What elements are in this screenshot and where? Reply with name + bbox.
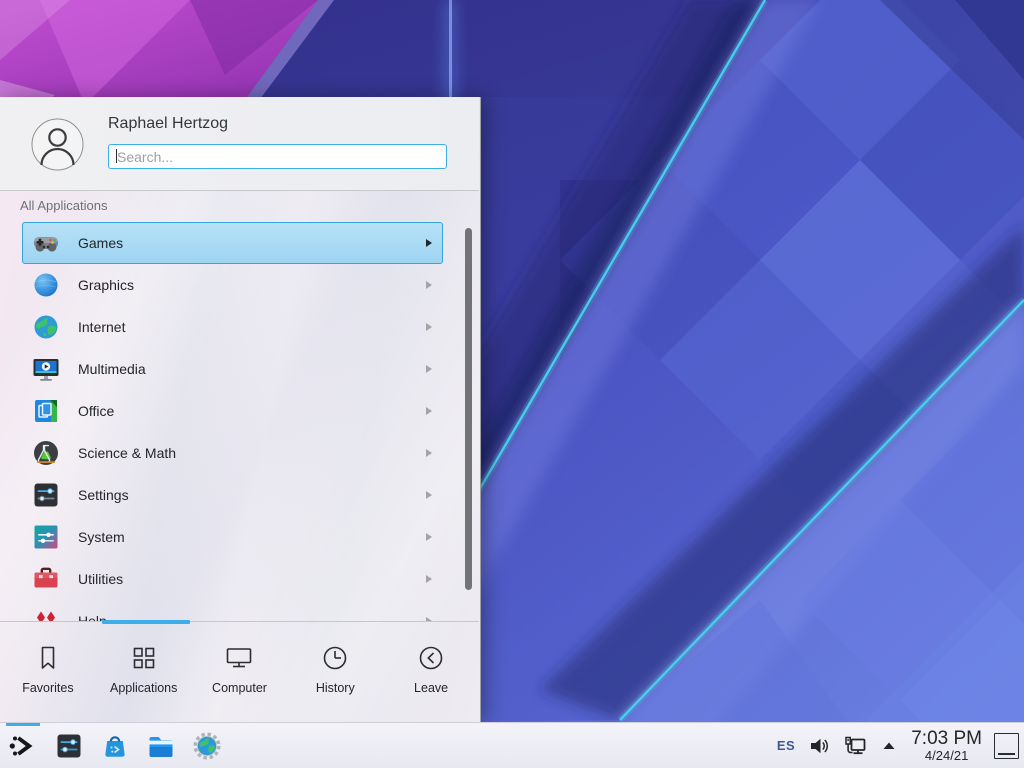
application-launcher-button[interactable]	[8, 731, 38, 761]
menu-item-settings[interactable]: Settings	[22, 474, 443, 516]
office-icon	[31, 396, 61, 426]
taskbar-app-icons	[0, 731, 222, 761]
menu-item-graphics[interactable]: Graphics	[22, 264, 443, 306]
digital-clock[interactable]: 7:03 PM 4/24/21	[911, 729, 982, 763]
system-tray: ES	[777, 734, 897, 758]
submenu-arrow-icon	[426, 365, 432, 373]
submenu-arrow-icon	[426, 491, 432, 499]
menu-item-games[interactable]: Games	[22, 222, 443, 264]
submenu-arrow-icon	[426, 533, 432, 541]
multimedia-icon	[31, 354, 61, 384]
settings-icon	[31, 480, 61, 510]
menu-item-help[interactable]: Help	[22, 600, 443, 622]
submenu-arrow-icon	[426, 239, 432, 247]
web-browser-icon	[192, 731, 222, 761]
menu-item-science-math[interactable]: Science & Math	[22, 432, 443, 474]
submenu-arrow-icon	[426, 281, 432, 289]
web-browser-button[interactable]	[192, 731, 222, 761]
computer-icon	[224, 643, 254, 673]
history-icon	[320, 643, 350, 673]
search-input[interactable]	[108, 144, 447, 169]
active-tab-indicator	[102, 620, 190, 624]
launcher-tabbar: Favorites Applications	[0, 621, 479, 722]
menu-item-utilities[interactable]: Utilities	[22, 558, 443, 600]
tab-leave[interactable]: Leave	[383, 622, 479, 722]
desktop: Raphael Hertzog All Applications	[0, 0, 1024, 768]
kde-launcher-icon	[8, 731, 38, 761]
volume-icon[interactable]	[808, 735, 830, 757]
graphics-icon	[31, 270, 61, 300]
submenu-arrow-icon	[426, 575, 432, 583]
dolphin-folder-icon	[146, 731, 176, 761]
system-settings-icon	[54, 731, 84, 761]
help-icon	[31, 606, 61, 622]
launcher-header: Raphael Hertzog	[0, 97, 479, 191]
clock-date: 4/24/21	[911, 749, 982, 763]
user-avatar[interactable]	[31, 118, 84, 171]
menu-item-system[interactable]: System	[22, 516, 443, 558]
category-list: Games Graphics	[0, 222, 479, 622]
submenu-arrow-icon	[426, 449, 432, 457]
discover-button[interactable]	[100, 731, 130, 761]
menu-item-internet[interactable]: Internet	[22, 306, 443, 348]
menu-item-multimedia[interactable]: Multimedia	[22, 348, 443, 390]
application-launcher-menu: Raphael Hertzog All Applications	[0, 97, 481, 722]
applications-icon	[129, 643, 159, 673]
tab-applications[interactable]: Applications	[96, 622, 192, 722]
taskbar: ES 7:03 PM 4/24/21	[0, 722, 1024, 768]
tab-computer[interactable]: Computer	[192, 622, 288, 722]
tab-favorites[interactable]: Favorites	[0, 622, 96, 722]
favorites-icon	[33, 643, 63, 673]
leave-icon	[416, 643, 446, 673]
expand-tray-arrow-icon[interactable]	[881, 738, 897, 754]
scrollbar[interactable]	[465, 228, 472, 590]
file-manager-button[interactable]	[146, 731, 176, 761]
internet-icon	[31, 312, 61, 342]
science-math-icon	[31, 438, 61, 468]
system-settings-button[interactable]	[54, 731, 84, 761]
system-icon	[31, 522, 61, 552]
search-input-field[interactable]	[109, 145, 446, 168]
network-icon[interactable]	[843, 734, 868, 758]
text-cursor	[116, 149, 117, 163]
tab-history[interactable]: History	[287, 622, 383, 722]
clock-time: 7:03 PM	[911, 729, 982, 749]
keyboard-layout-indicator[interactable]: ES	[777, 738, 795, 753]
user-name: Raphael Hertzog	[108, 115, 228, 133]
games-icon	[31, 228, 61, 258]
show-desktop-button[interactable]	[994, 733, 1019, 759]
utilities-icon	[31, 564, 61, 594]
submenu-arrow-icon	[426, 407, 432, 415]
section-label: All Applications	[20, 198, 107, 213]
menu-item-office[interactable]: Office	[22, 390, 443, 432]
discover-icon	[100, 731, 130, 761]
submenu-arrow-icon	[426, 323, 432, 331]
